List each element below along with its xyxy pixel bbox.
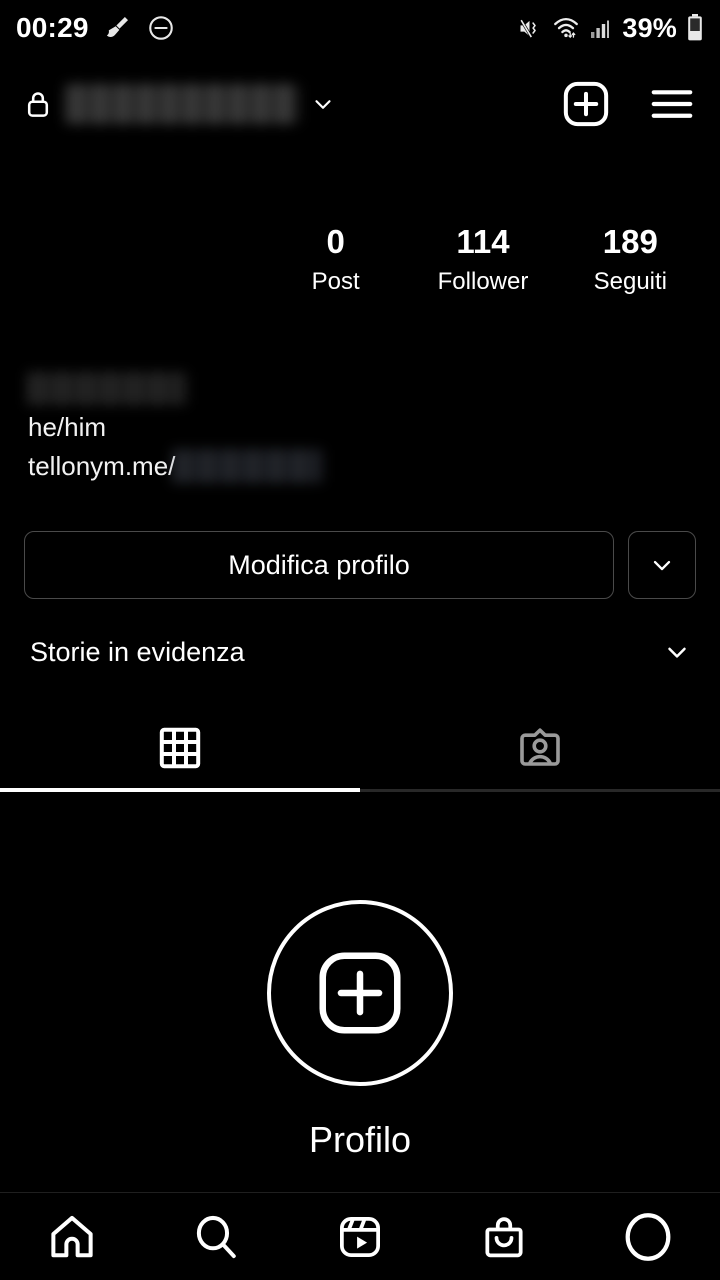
grid-icon <box>156 724 204 772</box>
chevron-down-icon[interactable] <box>310 91 336 117</box>
stat-posts-value: 0 <box>326 223 345 260</box>
reels-icon <box>335 1212 385 1262</box>
stat-followers[interactable]: 114 Follower <box>409 222 556 299</box>
add-post-icon[interactable] <box>560 78 612 130</box>
stat-posts-label: Post <box>311 268 360 295</box>
search-icon <box>190 1211 242 1263</box>
bio-link-text[interactable]: tellonym.me/ <box>28 448 175 484</box>
battery-percent-label: 39% <box>622 12 677 43</box>
nav-search[interactable] <box>144 1193 288 1280</box>
profile-tabs <box>0 706 720 790</box>
profile-header <box>0 62 720 146</box>
nav-home[interactable] <box>0 1193 144 1280</box>
profile-bio: he/him tellonym.me/ <box>28 372 508 484</box>
tab-tagged[interactable] <box>360 706 720 790</box>
empty-state: Profilo <box>0 900 720 1162</box>
header-actions <box>560 78 698 130</box>
broom-icon <box>103 13 133 43</box>
volume-mute-vibrate-icon <box>516 15 543 42</box>
shopping-bag-icon <box>479 1212 529 1262</box>
profile-avatar-icon <box>619 1208 677 1266</box>
tagged-person-icon <box>516 724 564 772</box>
status-clock: 00:29 <box>16 12 89 43</box>
empty-state-label: Profilo <box>308 1119 412 1160</box>
chevron-down-icon[interactable] <box>662 637 692 667</box>
tab-underline-active <box>0 788 360 792</box>
nav-shop[interactable] <box>432 1193 576 1280</box>
stat-followers-value: 114 <box>456 223 510 260</box>
stat-following[interactable]: 189 Seguiti <box>557 222 704 299</box>
story-highlights-section[interactable]: Storie in evidenza <box>30 628 692 676</box>
profile-stats: 0 Post 114 Follower 189 Seguiti <box>262 222 704 299</box>
hamburger-menu-icon[interactable] <box>646 78 698 130</box>
stat-following-value: 189 <box>602 223 658 260</box>
lock-icon <box>22 88 54 120</box>
chevron-down-icon <box>648 551 676 579</box>
bio-link-handle-redacted <box>173 449 324 483</box>
status-bar-left: 00:29 <box>16 12 175 44</box>
edit-profile-button[interactable]: Modifica profilo <box>24 531 614 599</box>
status-bar: 00:29 39% <box>0 0 720 56</box>
status-bar-right: 39% <box>516 13 704 44</box>
wifi-icon <box>552 14 580 42</box>
instagram-profile-screen: 00:29 39% 0 Post 114 Follower 189 Seguit… <box>0 0 720 1280</box>
do-not-disturb-icon <box>147 14 175 42</box>
home-icon <box>46 1211 98 1263</box>
bottom-navigation <box>0 1192 720 1280</box>
nav-reels[interactable] <box>288 1193 432 1280</box>
cellular-signal-icon <box>589 15 613 41</box>
pronouns-label: he/him <box>28 412 107 442</box>
bio-link-row[interactable]: tellonym.me/ <box>28 448 508 484</box>
stat-following-label: Seguiti <box>593 268 668 295</box>
tab-grid[interactable] <box>0 706 360 790</box>
add-circle-icon[interactable] <box>267 900 453 1086</box>
display-name-redacted <box>28 372 186 405</box>
battery-icon <box>686 13 704 43</box>
story-highlights-title: Storie in evidenza <box>30 636 245 667</box>
stat-posts[interactable]: 0 Post <box>262 222 409 299</box>
stat-followers-label: Follower <box>437 268 529 295</box>
profile-actions-dropdown-button[interactable] <box>628 531 696 599</box>
username-switcher[interactable] <box>22 84 336 124</box>
nav-profile[interactable] <box>576 1193 720 1280</box>
username-redacted <box>66 84 298 124</box>
profile-actions: Modifica profilo <box>24 531 696 599</box>
